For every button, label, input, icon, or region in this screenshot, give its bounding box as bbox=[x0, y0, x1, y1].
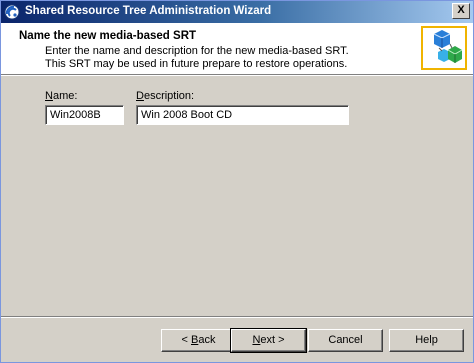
wizard-window: Shared Resource Tree Administration Wiza… bbox=[0, 0, 474, 363]
close-button[interactable]: X bbox=[452, 3, 470, 19]
cancel-button[interactable]: Cancel bbox=[308, 329, 383, 352]
window-title: Shared Resource Tree Administration Wiza… bbox=[25, 5, 272, 17]
header-divider bbox=[1, 74, 473, 76]
wizard-header: Name the new media-based SRT Enter the n… bbox=[1, 23, 473, 74]
srt-app-icon bbox=[4, 4, 20, 20]
next-button[interactable]: Next > bbox=[230, 328, 307, 353]
footer-divider bbox=[1, 316, 473, 318]
name-field[interactable]: Win2008B bbox=[45, 105, 124, 125]
name-label: Name: bbox=[45, 90, 78, 102]
description-line-1: Enter the name and description for the n… bbox=[45, 45, 349, 57]
description-line-2: This SRT may be used in future prepare t… bbox=[45, 58, 348, 70]
description-label: Description: bbox=[136, 90, 195, 102]
srt-cubes-icon bbox=[421, 26, 467, 70]
page-title: Name the new media-based SRT bbox=[19, 30, 197, 42]
description-field[interactable]: Win 2008 Boot CD bbox=[136, 105, 349, 125]
title-bar[interactable]: Shared Resource Tree Administration Wiza… bbox=[1, 1, 473, 23]
close-icon: X bbox=[457, 4, 465, 16]
page-description: Enter the name and description for the n… bbox=[45, 45, 349, 71]
help-button[interactable]: Help bbox=[389, 329, 464, 352]
back-button[interactable]: < Back bbox=[161, 329, 236, 352]
